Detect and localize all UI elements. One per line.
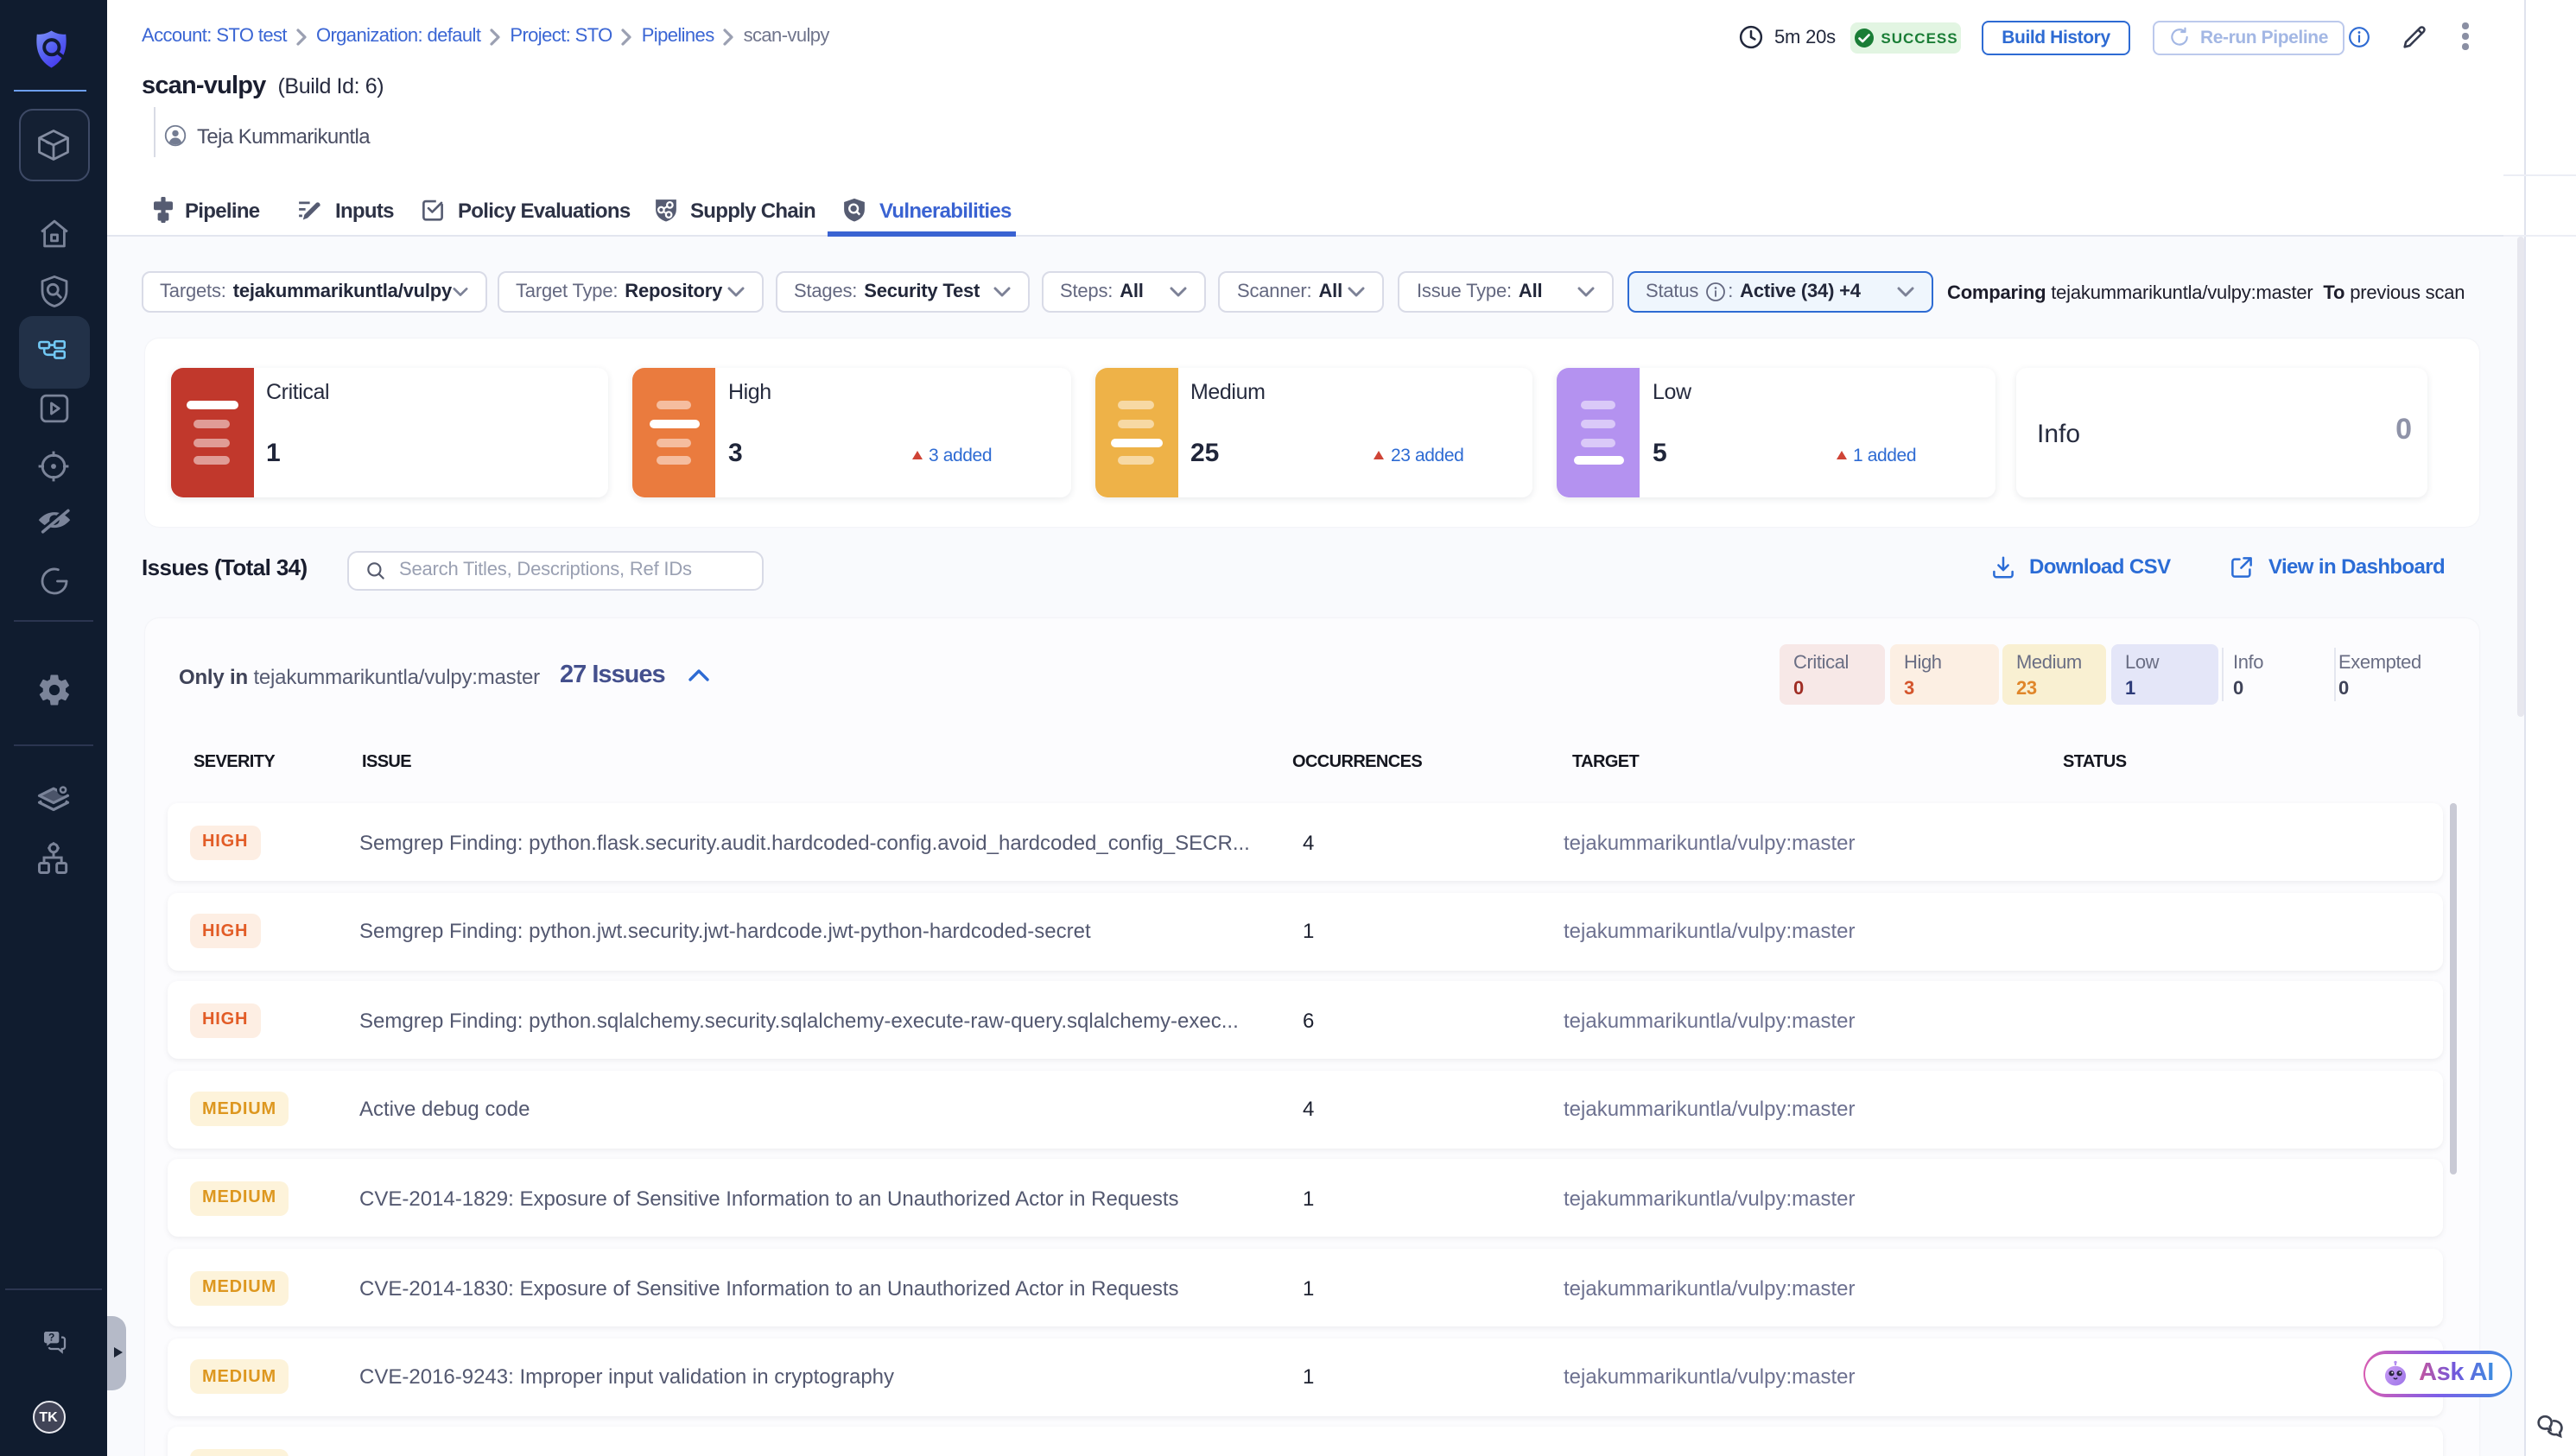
svg-text:?: ?: [48, 1331, 54, 1343]
